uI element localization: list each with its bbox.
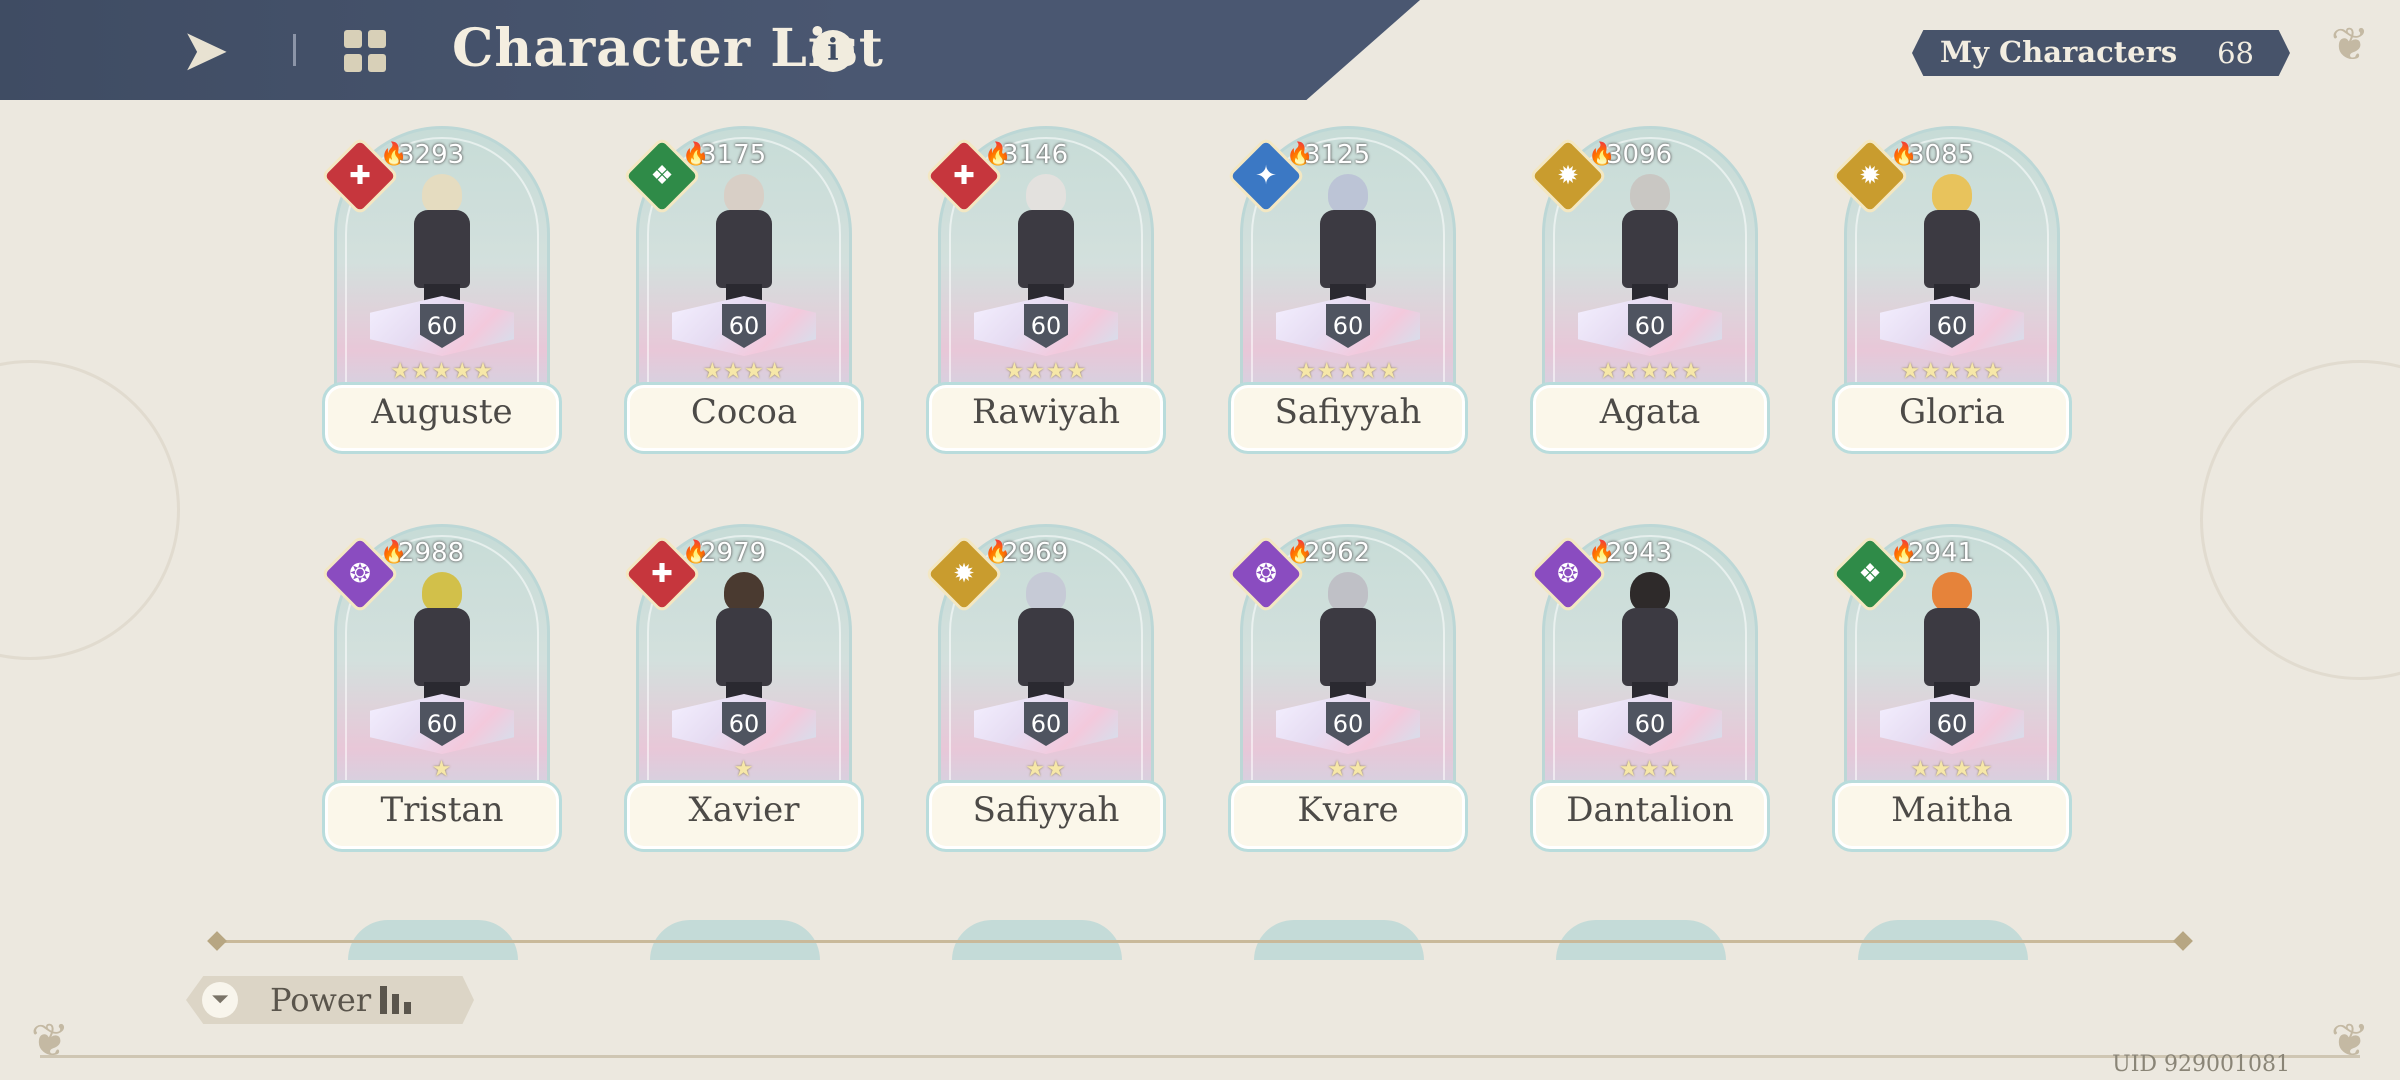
power-value: 2988: [398, 538, 465, 568]
power-value: 2943: [1606, 538, 1673, 568]
power-value: 2979: [700, 538, 767, 568]
star-rating: ★★★★: [1004, 359, 1088, 384]
user-id: UID 929001081: [2112, 1052, 2290, 1077]
character-name: Dantalion: [1566, 790, 1734, 830]
star-rating: ★★★★★: [1900, 359, 2004, 384]
sort-bars-icon[interactable]: [380, 986, 420, 1014]
back-arrow-icon[interactable]: ➤: [170, 18, 240, 82]
star-rating: ★★★★: [1910, 757, 1994, 782]
character-card[interactable]: ✚ 🔥 3146 60 ★★★★ Rawiyah: [924, 126, 1166, 466]
character-name: Safiyyah: [1274, 392, 1422, 432]
power-value: 3125: [1304, 140, 1371, 170]
character-card[interactable]: ✚ 🔥 2979 60 ★ Xavier: [622, 524, 864, 864]
divider-end: [2173, 931, 2193, 951]
character-card[interactable]: ❂ 🔥 2962 60 ★★ Kvare: [1226, 524, 1468, 864]
character-card[interactable]: ✦ 🔥 3125 60 ★★★★★ Safiyyah: [1226, 126, 1468, 466]
background-ornament-right: [2200, 360, 2400, 680]
power-value: 3146: [1002, 140, 1069, 170]
character-card[interactable]: ❂ 🔥 2943 60 ★★★ Dantalion: [1528, 524, 1770, 864]
character-count-badge: My Characters 68: [1912, 30, 2290, 76]
character-sprite: [1298, 174, 1398, 314]
divider-end: [207, 931, 227, 951]
star-rating: ★★★★★: [1296, 359, 1400, 384]
character-sprite: [1298, 572, 1398, 712]
sort-power-button[interactable]: ⏷ Power: [186, 976, 474, 1024]
character-sprite: [1902, 174, 2002, 314]
info-icon[interactable]: i: [812, 30, 854, 72]
header-separator: [293, 34, 296, 66]
character-count-label: My Characters: [1940, 35, 2178, 69]
power-value: 2941: [1908, 538, 1975, 568]
character-name: Cocoa: [690, 392, 798, 432]
character-card[interactable]: ✹ 🔥 2969 60 ★★ Safiyyah: [924, 524, 1166, 864]
character-sprite: [996, 174, 1096, 314]
character-sprite: [996, 572, 1096, 712]
character-sprite: [392, 572, 492, 712]
power-value: 3175: [700, 140, 767, 170]
character-card[interactable]: ❂ 🔥 2988 60 ★ Tristan: [320, 524, 562, 864]
character-name: Safiyyah: [972, 790, 1120, 830]
star-rating: ★★: [1025, 757, 1067, 782]
character-sprite: [392, 174, 492, 314]
power-value: 3085: [1908, 140, 1975, 170]
grid-icon[interactable]: [340, 26, 392, 76]
character-card[interactable]: ✹ 🔥 3085 60 ★★★★★ Gloria: [1830, 126, 2072, 466]
corner-ornament-icon: ❦: [2330, 17, 2370, 71]
character-sprite: [1600, 572, 1700, 712]
character-name: Auguste: [371, 392, 513, 432]
star-rating: ★★★★★: [390, 359, 494, 384]
sort-label: Power: [270, 981, 372, 1019]
character-name: Maitha: [1891, 790, 2013, 830]
section-divider: [210, 940, 2188, 943]
character-sprite: [1902, 572, 2002, 712]
character-card[interactable]: ❖ 🔥 2941 60 ★★★★ Maitha: [1830, 524, 2072, 864]
character-sprite: [1600, 174, 1700, 314]
character-card[interactable]: ❖ 🔥 3175 60 ★★★★ Cocoa: [622, 126, 864, 466]
character-sprite: [694, 174, 794, 314]
character-name: Kvare: [1297, 790, 1399, 830]
character-name: Xavier: [688, 790, 800, 830]
star-rating: ★★★★: [702, 359, 786, 384]
character-name: Tristan: [380, 790, 504, 830]
filter-icon[interactable]: ⏷: [202, 982, 238, 1018]
character-name: Rawiyah: [971, 392, 1120, 432]
power-value: 2969: [1002, 538, 1069, 568]
character-name: Gloria: [1899, 392, 2005, 432]
power-value: 3293: [398, 140, 465, 170]
character-name: Agata: [1599, 392, 1701, 432]
background-ornament-left: [0, 360, 180, 660]
character-card[interactable]: ✹ 🔥 3096 60 ★★★★★ Agata: [1528, 126, 1770, 466]
corner-ornament-icon: ❦: [30, 1013, 70, 1067]
star-rating: ★★★: [1618, 757, 1682, 782]
star-rating: ★★★★★: [1598, 359, 1702, 384]
power-value: 3096: [1606, 140, 1673, 170]
corner-ornament-icon: ❦: [2330, 1013, 2370, 1067]
star-rating: ★: [733, 757, 755, 782]
star-rating: ★★: [1327, 757, 1369, 782]
power-value: 2962: [1304, 538, 1371, 568]
bottom-frame-line: [40, 1055, 2360, 1058]
character-count-value: 68: [2217, 36, 2254, 70]
character-sprite: [694, 572, 794, 712]
star-rating: ★: [431, 757, 453, 782]
character-card[interactable]: ✚ 🔥 3293 60 ★★★★★ Auguste: [320, 126, 562, 466]
